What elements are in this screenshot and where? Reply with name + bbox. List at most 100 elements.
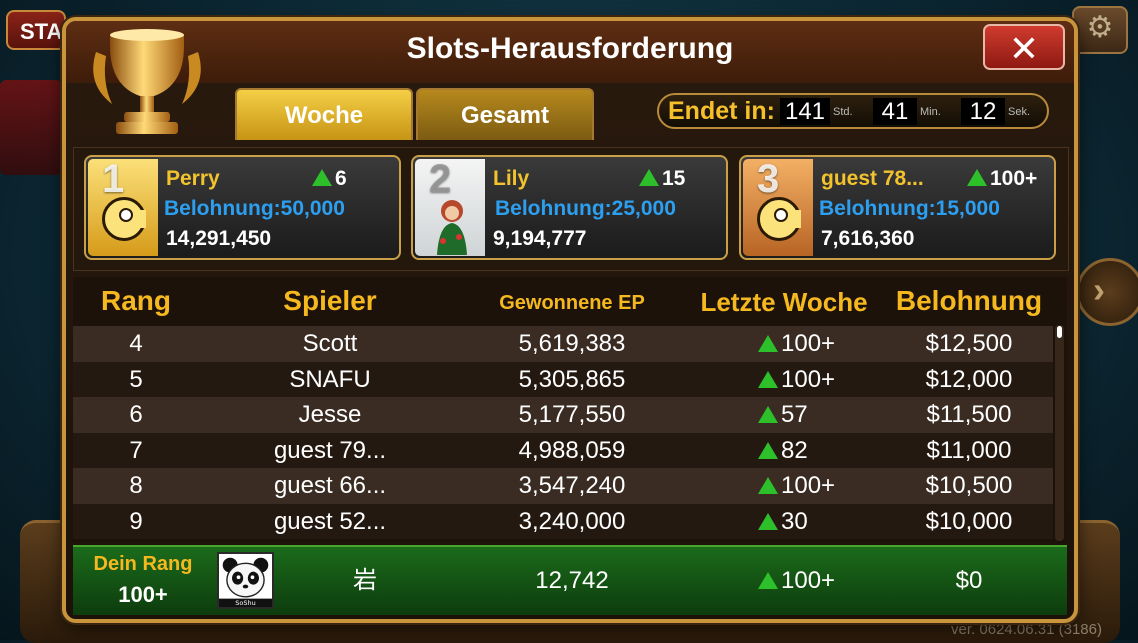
row-player: SNAFU [289,365,371,393]
header-player: Spieler [283,285,377,316]
player-score: 9,194,777 [493,227,587,250]
rank-badge: 1 [102,157,125,201]
player-avatar-icon [437,200,467,255]
table-row[interactable]: 4 Scott 5,619,383 100+ $12,500 [73,326,1053,362]
header-reward: Belohnung [895,285,1043,316]
tab-overall[interactable]: Gesamt [416,88,594,140]
row-ep: 3,547,240 [518,472,626,499]
arrow-up-icon [758,477,778,494]
my-rank-label: Dein Rang [93,553,193,575]
avatar: 1 [88,157,158,256]
top-player-card-3[interactable]: 3 guest 78... 100+ Belohnung:15,000 7,61… [739,155,1056,260]
dialog-title: Slots-Herausforderung [406,32,734,65]
row-ep: 4,988,059 [518,436,626,464]
timer-minutes-unit: Min. [920,106,941,118]
rank-badge: 3 [757,157,780,201]
rank-change: 15 [639,167,685,191]
row-ep: 5,177,550 [518,401,626,428]
row-last-week: 100+ [758,362,878,398]
player-name: Perry [166,167,220,190]
timer-label: Endet in: [668,97,775,125]
my-reward: $0 [955,567,983,594]
chevron-right-icon: › [1093,269,1105,310]
arrow-up-icon [967,169,987,186]
arrow-up-icon [758,370,778,388]
player-score: 14,291,450 [166,227,272,250]
svg-text:SoShu: SoShu [235,599,255,607]
row-rank: 5 [129,365,143,393]
reward-label: Belohnung:25,000 [495,197,676,220]
row-rank: 9 [129,507,143,535]
player-score: 7,616,360 [821,227,915,250]
row-last-week: 82 [758,433,878,469]
my-last-week: 100+ [758,561,878,601]
rank-badge: 2 [429,157,452,201]
row-player: Scott [302,330,358,357]
arrow-up-icon [758,512,778,530]
row-ep: 5,619,383 [518,330,626,357]
row-last-week: 100+ [758,326,878,362]
rank-change: 100+ [967,167,1037,191]
arrow-up-icon [639,169,659,186]
avatar: 2 [415,157,485,256]
row-rank: 4 [129,330,143,357]
arrow-up-icon [312,169,332,186]
row-ep: 3,240,000 [518,507,626,535]
row-player: Jesse [298,401,362,428]
gear-icon: ⚙ [1086,11,1114,44]
arrow-up-icon [758,572,778,589]
table-row[interactable]: 9 guest 52... 3,240,000 30 $10,000 [73,503,1053,540]
scrollbar[interactable] [1055,325,1064,541]
table-row[interactable]: 5 SNAFU 5,305,865 100+ $12,000 [73,361,1053,398]
my-player-name: 岩 [353,567,377,594]
settings-button[interactable]: ⚙ [1072,6,1128,54]
timer-hours: 141 [780,98,830,125]
row-last-week: 57 [758,397,878,433]
rank-change: 6 [312,167,347,191]
timer-seconds-unit: Sek. [1008,106,1031,118]
close-icon: ✕ [1008,28,1040,69]
guest-avatar-icon [102,197,146,241]
row-reward: $10,000 [925,507,1013,535]
row-rank: 7 [129,436,143,464]
top-player-card-2[interactable]: 2 Lily 15 Belohnung:25,000 9,194,777 [411,155,728,260]
avatar: 3 [743,157,813,256]
row-reward: $12,500 [925,330,1013,357]
trophy-icon [93,29,201,134]
player-name: guest 78... [821,167,924,190]
arrow-up-icon [758,406,778,423]
table-row[interactable]: 7 guest 79... 4,988,059 82 $11,000 [73,432,1053,469]
reward-label: Belohnung:50,000 [164,197,345,220]
row-last-week: 30 [758,504,878,540]
row-player: guest 79... [273,436,387,464]
gift-icon[interactable] [0,80,62,175]
timer-seconds: 12 [961,98,1005,125]
timer-hours-unit: Std. [833,106,853,118]
row-player: guest 52... [273,507,387,535]
row-rank: 8 [129,472,143,499]
row-last-week: 100+ [758,468,878,504]
start-button[interactable]: STA [6,10,66,50]
row-reward: $11,000 [926,436,1012,464]
row-ep: 5,305,865 [518,365,626,393]
arrow-up-icon [758,441,778,459]
guest-avatar-icon [757,197,801,241]
player-name: Lily [493,167,530,190]
table-row[interactable]: 6 Jesse 5,177,550 57 $11,500 [73,397,1053,433]
table-row[interactable]: 8 guest 66... 3,547,240 100+ $10,500 [73,468,1053,504]
scrollbar-thumb[interactable] [1057,326,1062,338]
close-button[interactable]: ✕ [983,24,1065,70]
header-ep: Gewonnene EP [499,292,645,314]
top-player-card-1[interactable]: 1 Perry 6 Belohnung:50,000 14,291,450 [84,155,401,260]
arrow-up-icon [758,335,778,352]
panda-avatar-icon[interactable]: SoShu [217,552,274,609]
row-rank: 6 [129,401,143,428]
next-arrow-button[interactable]: › [1076,258,1138,326]
tab-week[interactable]: Woche [235,88,413,140]
row-player: guest 66... [273,472,387,499]
my-ep: 12,742 [535,567,609,594]
header-last-week: Letzte Woche [700,287,868,317]
row-reward: $10,500 [925,472,1013,499]
version-label: ver. 0624.06.31 (3186) [951,621,1102,638]
timer-minutes: 41 [873,98,917,125]
